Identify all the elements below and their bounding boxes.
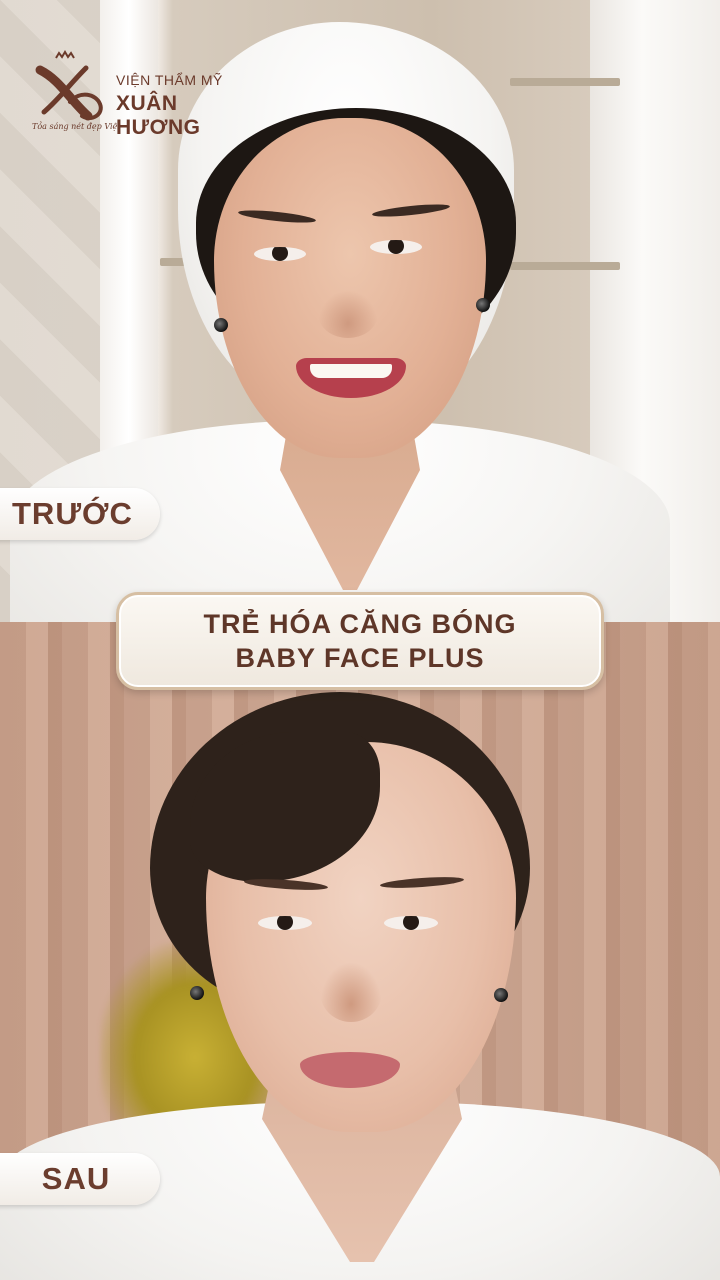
earring <box>476 298 490 312</box>
before-label-text: TRƯỚC <box>12 496 133 531</box>
earring <box>494 988 508 1002</box>
xh-monogram-icon <box>35 50 103 121</box>
teeth <box>310 364 392 378</box>
brand-logo: VIỆN THẨM MỸ XUÂN HƯƠNG Tỏa sáng nét đẹp… <box>30 50 260 140</box>
nose <box>318 290 378 338</box>
eye <box>384 916 438 930</box>
eye <box>254 247 306 261</box>
eye <box>370 240 422 254</box>
after-label-text: SAU <box>41 1161 111 1196</box>
brand-line2: XUÂN HƯƠNG <box>116 92 201 139</box>
earring <box>190 986 204 1000</box>
brand-line1: VIỆN THẨM MỸ <box>116 72 223 88</box>
nose <box>320 962 382 1022</box>
banner-title-line1: TRẺ HÓA CĂNG BÓNG <box>203 609 517 639</box>
shelf <box>510 262 620 270</box>
after-label: SAU <box>0 1153 160 1205</box>
banner-title-line2: BABY FACE PLUS <box>235 643 485 673</box>
before-label: TRƯỚC <box>0 488 160 540</box>
face-before <box>214 118 486 458</box>
treatment-banner: TRẺ HÓA CĂNG BÓNG BABY FACE PLUS <box>116 592 604 690</box>
shelf <box>510 78 620 86</box>
eye <box>258 916 312 930</box>
brand-tagline: Tỏa sáng nét đẹp Việt <box>32 122 121 131</box>
earring <box>214 318 228 332</box>
